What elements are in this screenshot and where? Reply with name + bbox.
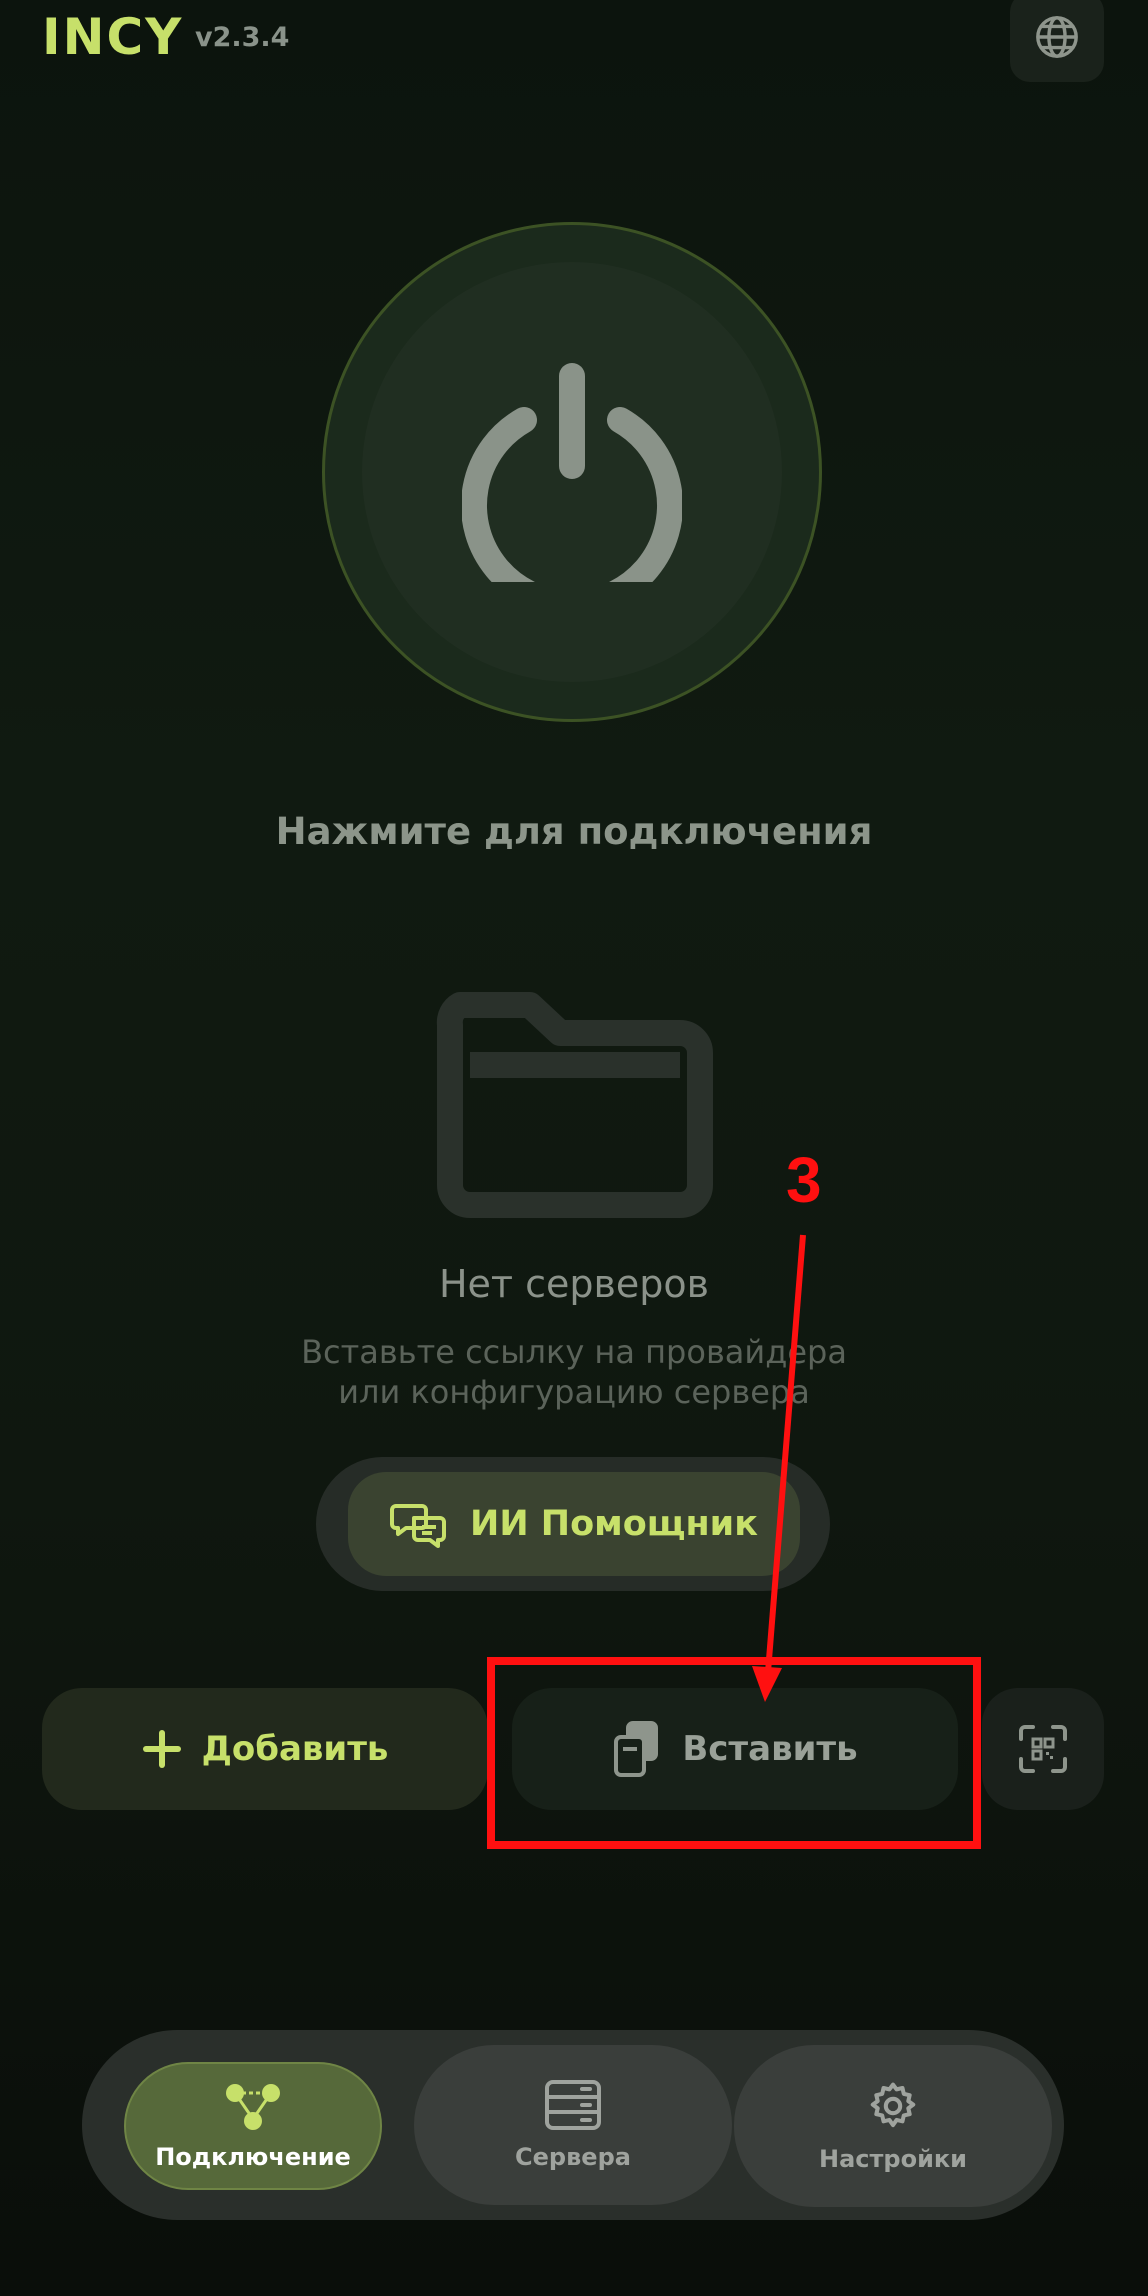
power-icon (462, 363, 682, 582)
nav-tab-connection[interactable]: Подключение (124, 2062, 382, 2190)
add-server-button[interactable]: Добавить (42, 1688, 488, 1810)
nav-tab-settings[interactable]: Настройки (734, 2045, 1052, 2207)
globe-icon (1036, 16, 1078, 58)
ai-assistant-label: ИИ Помощник (470, 1504, 758, 1544)
qr-scan-icon (1019, 1725, 1067, 1773)
annotation-highlight-box (487, 1657, 981, 1849)
gear-icon (870, 2082, 916, 2128)
qr-scan-button[interactable] (982, 1688, 1104, 1810)
connect-hint: Нажмите для подключения (275, 810, 873, 853)
nav-tab-settings-label: Настройки (818, 2145, 967, 2173)
plus-icon (142, 1730, 181, 1768)
empty-state-description: Вставьте ссылку на провайдера или конфиг… (0, 1332, 1148, 1412)
nav-tab-servers-label: Сервера (515, 2143, 631, 2171)
server-stack-icon (545, 2080, 601, 2130)
folder-icon (436, 992, 713, 1218)
empty-state-title: Нет серверов (438, 1262, 710, 1306)
ai-assistant-button[interactable]: ИИ Помощник (348, 1472, 800, 1576)
language-button[interactable] (1010, 0, 1104, 82)
annotation-step-number: 3 (786, 1144, 822, 1216)
connection-icon (226, 2084, 280, 2130)
app-logo: INCY (42, 8, 184, 66)
empty-state-description-line2: или конфигурацию сервера (338, 1373, 810, 1411)
chat-bubbles-icon (390, 1504, 447, 1548)
add-server-label: Добавить (201, 1729, 389, 1769)
empty-state-description-line1: Вставьте ссылку на провайдера (301, 1333, 847, 1371)
app-version: v2.3.4 (195, 22, 290, 53)
nav-tab-connection-label: Подключение (155, 2143, 351, 2171)
nav-tab-servers[interactable]: Сервера (414, 2045, 732, 2205)
